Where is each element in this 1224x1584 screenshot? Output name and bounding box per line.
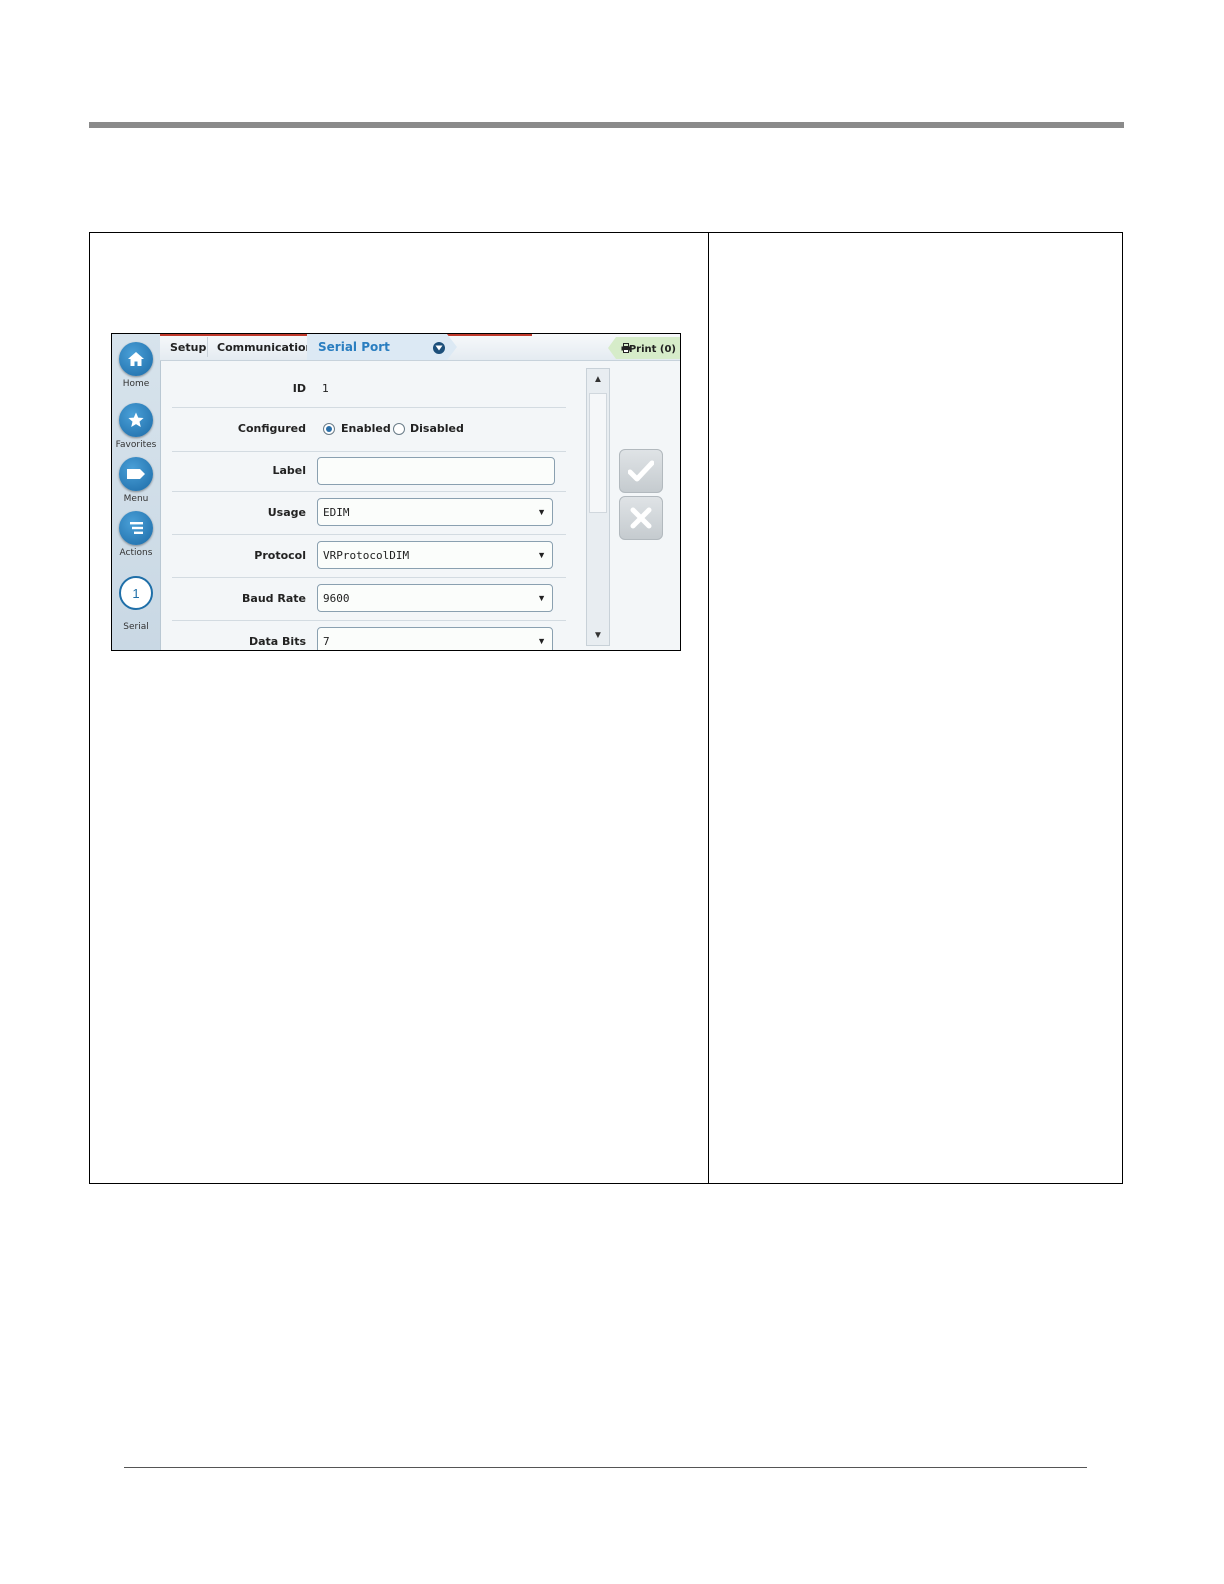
sidebar-item-serial[interactable]: 1 Serial: [112, 576, 160, 632]
data-bits-label: Data Bits: [248, 635, 306, 648]
id-value: 1: [322, 382, 329, 395]
enabled-radio[interactable]: [323, 423, 335, 435]
print-button[interactable]: Print (0): [608, 337, 680, 359]
form-row-usage: Usage EDIM ▼: [172, 491, 566, 535]
actions-list-icon: [119, 511, 153, 545]
baud-rate-select[interactable]: 9600 ▼: [317, 584, 553, 612]
scroll-thumb[interactable]: [589, 393, 607, 513]
usage-value: EDIM: [323, 506, 350, 519]
configured-label: Configured: [237, 422, 306, 435]
label-field-label: Label: [272, 464, 306, 477]
cancel-button[interactable]: [619, 496, 663, 540]
label-input[interactable]: [317, 457, 555, 485]
checkmark-icon: [628, 460, 654, 482]
dropdown-arrow-icon: ▼: [537, 593, 546, 603]
sidebar-label: Home: [122, 379, 150, 389]
home-icon: [119, 342, 153, 376]
form-row-protocol: Protocol VRProtocolDIM ▼: [172, 534, 566, 578]
protocol-select[interactable]: VRProtocolDIM ▼: [317, 541, 553, 569]
form-row-baud-rate: Baud Rate 9600 ▼: [172, 577, 566, 621]
footer-rule: [124, 1467, 1087, 1468]
sidebar-item-menu[interactable]: Menu: [112, 457, 160, 504]
serial-port-form: ID 1 Configured Enabled Disabled Label U…: [160, 361, 584, 650]
data-bits-select[interactable]: 7 ▼: [317, 627, 553, 650]
sidebar-item-home[interactable]: Home: [112, 342, 160, 389]
header-rule: [89, 122, 1124, 128]
id-label: ID: [292, 382, 306, 395]
accept-button[interactable]: [619, 449, 663, 493]
breadcrumb-setup[interactable]: Setup: [170, 341, 206, 354]
sidebar-item-favorites[interactable]: Favorites: [112, 403, 160, 450]
form-row-configured: Configured Enabled Disabled: [172, 407, 566, 452]
data-bits-value: 7: [323, 635, 330, 648]
column-divider: [708, 233, 709, 1183]
star-icon: [119, 403, 153, 437]
dropdown-arrow-icon: ▼: [537, 636, 546, 646]
sidebar-label: Actions: [119, 548, 153, 558]
chevron-down-icon[interactable]: [433, 342, 445, 354]
dropdown-arrow-icon: ▼: [537, 507, 546, 517]
disabled-radio-label: Disabled: [410, 422, 464, 435]
enabled-radio-label: Enabled: [341, 422, 391, 435]
form-row-data-bits: Data Bits 7 ▼: [172, 620, 566, 650]
form-row-label: Label: [172, 451, 566, 492]
console-screenshot: Home Favorites Menu Actions 1 Serial Set…: [111, 333, 681, 651]
print-label: Print (0): [628, 344, 676, 355]
sidebar: Home Favorites Menu Actions 1 Serial: [112, 334, 161, 650]
sidebar-label: Menu: [123, 494, 149, 504]
protocol-label: Protocol: [254, 549, 306, 562]
serial-count-badge: 1: [119, 576, 153, 610]
close-icon: [630, 507, 652, 529]
scroll-up-icon[interactable]: ▲: [587, 369, 609, 389]
dropdown-arrow-icon: ▼: [537, 550, 546, 560]
baud-rate-value: 9600: [323, 592, 350, 605]
breadcrumb-communication[interactable]: Communication: [217, 341, 313, 354]
form-row-id: ID 1: [172, 361, 566, 408]
baud-rate-label: Baud Rate: [242, 592, 306, 605]
usage-label: Usage: [267, 506, 306, 519]
sidebar-item-actions[interactable]: Actions: [112, 511, 160, 558]
sidebar-label: Serial: [123, 622, 149, 632]
form-scrollbar[interactable]: ▲ ▼: [586, 368, 610, 646]
breadcrumb-separator: [207, 337, 208, 357]
breadcrumb-current: Serial Port: [318, 340, 390, 354]
usage-select[interactable]: EDIM ▼: [317, 498, 553, 526]
menu-tag-icon: [119, 457, 153, 491]
scroll-down-icon[interactable]: ▼: [587, 625, 609, 645]
disabled-radio[interactable]: [393, 423, 405, 435]
protocol-value: VRProtocolDIM: [323, 549, 410, 562]
sidebar-label: Favorites: [115, 440, 157, 450]
